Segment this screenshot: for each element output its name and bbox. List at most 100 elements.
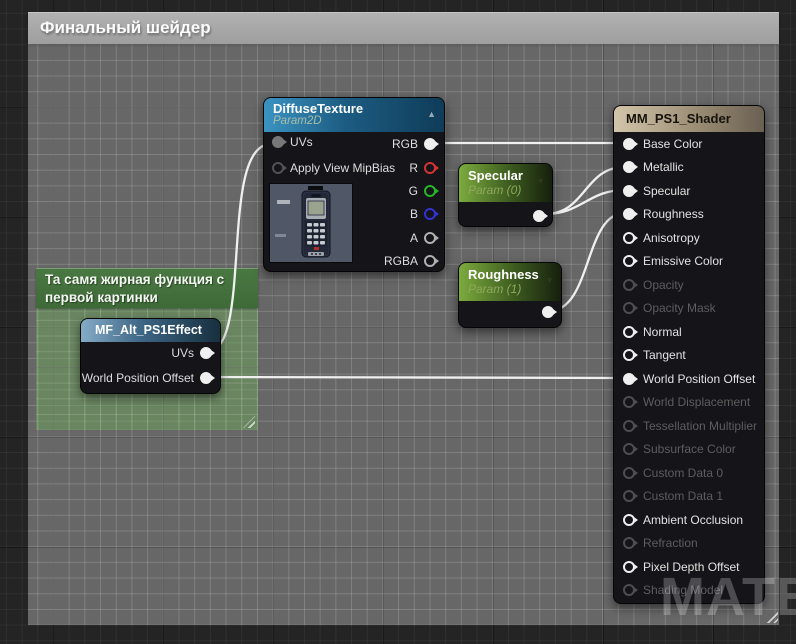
node-diffuse-texture-header[interactable]: DiffuseTexture Param2D ▲ xyxy=(264,98,444,132)
pin-a-output[interactable] xyxy=(424,232,436,244)
pin-r-output[interactable] xyxy=(424,162,436,174)
pin-b-output[interactable] xyxy=(424,208,436,220)
node-roughness-param[interactable]: Roughness Param (1) ▼ xyxy=(458,262,562,328)
pin-row-ambient-occlusion: Ambient Occlusion xyxy=(614,508,764,532)
pin-label: Custom Data 1 xyxy=(643,489,724,504)
pin-label: Opacity Mask xyxy=(643,301,716,316)
comment-function-title: Та самя жирная функция с первой картинки xyxy=(45,272,225,306)
material-graph-canvas[interactable]: Финальный шейдер Та самя жирная функция … xyxy=(0,0,796,644)
pin-row-tessellation-multiplier: Tessellation Multiplier xyxy=(614,414,764,438)
pin-row-subsurface-color: Subsurface Color xyxy=(614,438,764,462)
pin-row-roughness: Roughness xyxy=(614,203,764,227)
pin-opacity[interactable] xyxy=(623,278,635,291)
pin-label: World Position Offset xyxy=(81,371,194,385)
pin-world-position-offset[interactable] xyxy=(623,372,635,385)
node-specular-header[interactable]: Specular Param (0) ▼ xyxy=(459,164,552,202)
pin-label: RGB xyxy=(391,137,418,151)
output-row-rgba: RGBA xyxy=(384,251,436,271)
node-specular-param[interactable]: Specular Param (0) ▼ xyxy=(458,163,553,227)
node-title: DiffuseTexture xyxy=(273,101,364,116)
node-result-header[interactable]: MM_PS1_Shader xyxy=(614,106,764,132)
pin-row-anisotropy: Anisotropy xyxy=(614,226,764,250)
pin-rgb-output[interactable] xyxy=(424,138,436,150)
output-row-a: A xyxy=(410,228,436,248)
pin-label: World Position Offset xyxy=(643,371,756,386)
pin-row-world-position-offset: World Position Offset xyxy=(614,367,764,391)
pin-label: Normal xyxy=(643,324,682,339)
pin-specular-output[interactable] xyxy=(533,210,545,222)
pin-row-opacity-mask: Opacity Mask xyxy=(614,297,764,321)
output-row-uvs: UVs xyxy=(171,343,212,363)
pin-tangent[interactable] xyxy=(623,349,635,362)
pin-metallic[interactable] xyxy=(623,161,635,174)
output-row-g: G xyxy=(409,181,436,201)
pin-label: UVs xyxy=(171,346,194,360)
pin-subsurface-color[interactable] xyxy=(623,443,635,456)
pin-mf-uvs-output[interactable] xyxy=(200,347,212,359)
output-row-wpo: World Position Offset xyxy=(82,368,212,388)
pin-row-custom-data-0: Custom Data 0 xyxy=(614,461,764,485)
output-row-b: B xyxy=(410,204,436,224)
pin-label: Custom Data 0 xyxy=(643,465,724,480)
pin-roughness-output[interactable] xyxy=(542,306,554,318)
pin-row-normal: Normal xyxy=(614,320,764,344)
pin-label: Anisotropy xyxy=(643,230,700,245)
collapse-arrow-icon[interactable]: ▲ xyxy=(427,110,436,119)
pin-emissive-color[interactable] xyxy=(623,255,635,268)
pin-world-displacement[interactable] xyxy=(623,396,635,409)
pin-label: UVs xyxy=(290,135,313,149)
pin-label: A xyxy=(409,231,418,245)
pin-label: Refraction xyxy=(643,536,698,551)
pin-normal[interactable] xyxy=(623,325,635,338)
pin-custom-data-1[interactable] xyxy=(623,490,635,503)
node-diffuse-texture[interactable]: DiffuseTexture Param2D ▲ UVs Apply View … xyxy=(263,97,445,272)
pin-mf-wpo-output[interactable] xyxy=(200,372,212,384)
pin-label: World Displacement xyxy=(643,395,751,410)
pin-uvs-input[interactable] xyxy=(272,136,284,148)
pin-row-metallic: Metallic xyxy=(614,156,764,180)
pin-label: Specular xyxy=(643,183,691,198)
comment-final-shader-header[interactable]: Финальный шейдер xyxy=(28,12,779,44)
pin-base-color[interactable] xyxy=(623,137,635,150)
pin-refraction[interactable] xyxy=(623,537,635,550)
pin-label: Roughness xyxy=(643,207,704,222)
node-title: MM_PS1_Shader xyxy=(626,111,731,126)
pin-row-opacity: Opacity xyxy=(614,273,764,297)
pin-label: G xyxy=(408,184,418,198)
node-subtitle: Param (1) xyxy=(468,282,522,296)
pin-label: Pixel Depth Offset xyxy=(643,559,740,574)
node-subtitle: Param (0) xyxy=(468,183,522,197)
pin-rgba-output[interactable] xyxy=(424,255,436,267)
node-mm-ps1-shader[interactable]: MM_PS1_Shader Base Color Metallic Specul… xyxy=(613,105,765,604)
node-subtitle: Param2D xyxy=(273,115,322,127)
node-mf-alt-ps1effect[interactable]: MF_Alt_PS1Effect UVs World Position Offs… xyxy=(80,318,221,394)
comment-function-header[interactable]: Та самя жирная функция с первой картинки xyxy=(36,268,258,308)
pin-label: Opacity xyxy=(643,277,684,292)
pin-ambient-occlusion[interactable] xyxy=(623,513,635,526)
pin-row-world-displacement: World Displacement xyxy=(614,391,764,415)
pin-label: Base Color xyxy=(643,136,703,151)
dropdown-arrow-icon[interactable]: ▼ xyxy=(545,276,554,285)
pin-opacity-mask[interactable] xyxy=(623,302,635,315)
pin-tessellation-multiplier[interactable] xyxy=(623,419,635,432)
pin-label: Subsurface Color xyxy=(643,442,736,457)
node-title: Roughness xyxy=(468,267,539,282)
node-title: Specular xyxy=(468,168,523,183)
result-pin-list: Base Color Metallic Specular Roughness A… xyxy=(614,132,764,602)
pin-mipbias-input[interactable] xyxy=(272,162,284,174)
pin-row-custom-data-1: Custom Data 1 xyxy=(614,485,764,509)
comment-final-shader-title: Финальный шейдер xyxy=(40,18,211,37)
pin-g-output[interactable] xyxy=(424,185,436,197)
pin-label: Apply View MipBias xyxy=(290,161,396,175)
pin-label: RGBA xyxy=(383,254,418,268)
pin-row-specular: Specular xyxy=(614,179,764,203)
pin-shading-model[interactable] xyxy=(623,584,635,597)
dropdown-arrow-icon[interactable]: ▼ xyxy=(536,177,545,186)
pin-custom-data-0[interactable] xyxy=(623,466,635,479)
pin-anisotropy[interactable] xyxy=(623,231,635,244)
pin-pixel-depth-offset[interactable] xyxy=(623,560,635,573)
node-mf-header[interactable]: MF_Alt_PS1Effect xyxy=(81,319,220,342)
node-roughness-header[interactable]: Roughness Param (1) ▼ xyxy=(459,263,561,301)
pin-roughness[interactable] xyxy=(623,208,635,221)
pin-specular[interactable] xyxy=(623,184,635,197)
